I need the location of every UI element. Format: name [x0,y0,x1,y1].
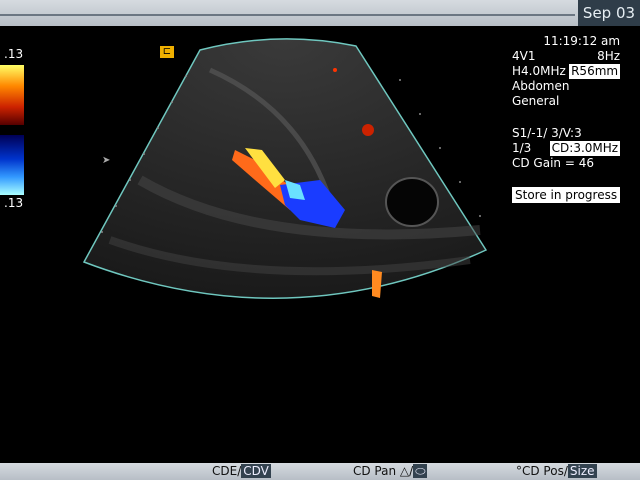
cde-cdv-softkey[interactable]: CDE/CDV [212,463,271,480]
cd-frequency: CD:3.0MHz [549,141,621,156]
doppler-flow-red [372,270,382,298]
depth-marker-dot [115,205,117,207]
ratio-display: 1/3 [512,141,532,155]
triangle-icon: △ [399,464,410,478]
depth-marker-dot [479,215,481,217]
cd-pos-label: CD Pos/ [522,464,568,478]
doppler-spot-red [333,68,337,72]
probe-name: 4V1 [512,49,536,63]
depth-marker-dot [439,147,441,149]
cd-pan-label: CD Pan [353,464,397,478]
depth-marker-dot [157,127,159,129]
probe-row: 4V1 8Hz [512,49,620,64]
depth-marker-dot [459,181,461,183]
cd-row: 1/3 CD:3.0MHz [512,141,621,156]
frame-rate: 8Hz [597,49,621,63]
probe-orientation-marker-icon: ⊏ [160,46,174,58]
frequency-row: H4.0MHz R56mm [512,64,621,79]
settings-line: S1/-1/ 3/V:3 [512,126,582,140]
cd-pos-size-softkey[interactable]: °CD Pos/Size [516,463,597,480]
cyst-region [385,177,439,227]
ellipse-icon: ⬭ [413,464,428,478]
sector-field [82,38,488,299]
cde-label: CDE/ [212,464,242,478]
parameter-panel: 11:19:12 am 4V1 8Hz H4.0MHz R56mm Abdome… [512,34,621,203]
preset-label: Abdomen [512,79,570,93]
store-status: Store in progress [512,187,621,203]
depth-marker-dot [129,179,131,181]
depth-marker-dot [101,231,103,233]
cd-gain: CD Gain = 46 [512,156,594,170]
depth-marker-dot [171,101,173,103]
bottom-softkey-bar: CDE/CDV CD Pan △/⬭ °CD Pos/Size [0,463,640,480]
size-label: Size [567,464,597,478]
preset-sub-label: General [512,94,560,108]
depth-marker-dot [143,153,145,155]
cdv-label: CDV [241,464,271,478]
range-display: R56mm [569,64,621,79]
focus-arrow-icon: ➤ [102,155,111,166]
depth-marker-dot [419,113,421,115]
depth-marker-dot [185,75,187,77]
harmonic-frequency: H4.0MHz [512,64,566,78]
cd-pan-softkey[interactable]: CD Pan △/⬭ [353,463,428,480]
depth-marker-dot [399,79,401,81]
doppler-spot-red [362,124,374,136]
time-display: 11:19:12 am [543,34,621,48]
